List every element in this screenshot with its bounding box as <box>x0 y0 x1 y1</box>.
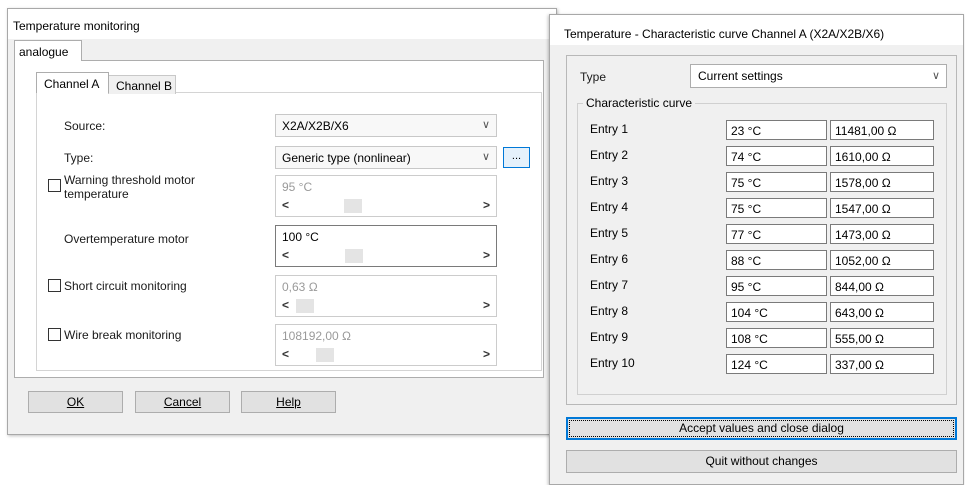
help-button-label: Help <box>276 395 301 409</box>
tab-channel-b[interactable]: Channel B <box>108 75 176 94</box>
short-circuit-checkbox[interactable] <box>48 279 61 292</box>
entry-resistance-field[interactable]: 337,00 Ω <box>830 354 934 374</box>
warning-scrollbar[interactable]: < > <box>280 198 492 214</box>
entry-label: Entry 9 <box>590 330 629 344</box>
entry-temperature-field[interactable]: 95 °C <box>726 276 827 296</box>
source-label: Source: <box>64 119 106 133</box>
entry-temperature-field[interactable]: 104 °C <box>726 302 827 322</box>
entry-resistance-field[interactable]: 1052,00 Ω <box>830 250 934 270</box>
entry-temperature-field[interactable]: 75 °C <box>726 172 827 192</box>
overtemp-label: Overtemperature motor <box>64 232 189 246</box>
scroll-left-icon[interactable]: < <box>282 248 289 262</box>
tab-analogue[interactable]: analogue <box>14 40 82 61</box>
group-title: Characteristic curve <box>583 96 696 110</box>
entry-label: Entry 4 <box>590 200 629 214</box>
scroll-right-icon[interactable]: > <box>483 198 490 212</box>
entry-resistance-field[interactable]: 643,00 Ω <box>830 302 934 322</box>
type-select[interactable]: Generic type (nonlinear) ∨ <box>275 146 497 169</box>
wire-break-slider[interactable]: 108192,00 Ω < > <box>275 324 497 366</box>
warning-label-line2: temperature <box>64 187 129 201</box>
characteristic-curve-button[interactable]: ... <box>503 147 530 168</box>
source-select[interactable]: X2A/X2B/X6 ∨ <box>275 114 497 137</box>
scroll-left-icon[interactable]: < <box>282 347 289 361</box>
entry-label: Entry 10 <box>590 356 635 370</box>
entry-label: Entry 8 <box>590 304 629 318</box>
cancel-button[interactable]: Cancel <box>135 391 230 413</box>
accept-values-button[interactable]: Accept values and close dialog <box>566 417 957 440</box>
entry-resistance-field[interactable]: 11481,00 Ω <box>830 120 934 140</box>
entry-temperature-field[interactable]: 74 °C <box>726 146 827 166</box>
scroll-thumb[interactable] <box>344 199 362 213</box>
quit-without-changes-button[interactable]: Quit without changes <box>566 450 957 473</box>
short-circuit-value: 0,63 Ω <box>282 280 318 294</box>
wire-break-scrollbar[interactable]: < > <box>280 347 492 363</box>
entry-temperature-field[interactable]: 108 °C <box>726 328 827 348</box>
curve-type-label: Type <box>580 70 607 84</box>
warning-threshold-checkbox[interactable] <box>48 179 61 192</box>
overtemp-value: 100 °C <box>282 230 319 244</box>
entry-resistance-field[interactable]: 1473,00 Ω <box>830 224 934 244</box>
warning-threshold-slider[interactable]: 95 °C < > <box>275 175 497 217</box>
dialog-title: Temperature monitoring <box>8 9 556 39</box>
scroll-thumb[interactable] <box>316 348 334 362</box>
scroll-left-icon[interactable]: < <box>282 298 289 312</box>
entry-temperature-field[interactable]: 23 °C <box>726 120 827 140</box>
warning-label-line1: Warning threshold motor <box>64 173 195 187</box>
type-label: Type: <box>64 151 94 165</box>
help-button[interactable]: Help <box>241 391 336 413</box>
chevron-down-icon: ∨ <box>481 119 490 131</box>
wire-break-value: 108192,00 Ω <box>282 329 352 343</box>
short-circuit-slider[interactable]: 0,63 Ω < > <box>275 275 497 317</box>
chevron-down-icon: ∨ <box>481 151 490 163</box>
overtemp-slider[interactable]: 100 °C < > <box>275 225 497 267</box>
entry-label: Entry 7 <box>590 278 629 292</box>
ok-button[interactable]: OK <box>28 391 123 413</box>
entry-label: Entry 2 <box>590 148 629 162</box>
cancel-button-label: Cancel <box>163 395 202 409</box>
warning-threshold-value: 95 °C <box>282 180 313 194</box>
scroll-thumb[interactable] <box>296 299 314 313</box>
entry-label: Entry 3 <box>590 174 629 188</box>
entry-temperature-field[interactable]: 88 °C <box>726 250 827 270</box>
scroll-right-icon[interactable]: > <box>483 347 490 361</box>
dialog-title: Temperature - Characteristic curve Chann… <box>550 15 963 45</box>
warning-threshold-label: Warning threshold motor temperature <box>64 173 195 201</box>
type-value: Generic type (nonlinear) <box>282 151 411 165</box>
entry-resistance-field[interactable]: 1578,00 Ω <box>830 172 934 192</box>
curve-type-value: Current settings <box>698 69 783 83</box>
entry-label: Entry 5 <box>590 226 629 240</box>
wire-break-checkbox[interactable] <box>48 328 61 341</box>
entry-resistance-field[interactable]: 555,00 Ω <box>830 328 934 348</box>
entry-temperature-field[interactable]: 124 °C <box>726 354 827 374</box>
entry-label: Entry 1 <box>590 122 629 136</box>
tab-channel-a[interactable]: Channel A <box>36 72 109 93</box>
short-circuit-scrollbar[interactable]: < > <box>280 298 492 314</box>
scroll-left-icon[interactable]: < <box>282 198 289 212</box>
source-value: X2A/X2B/X6 <box>282 119 349 133</box>
scroll-right-icon[interactable]: > <box>483 298 490 312</box>
scroll-right-icon[interactable]: > <box>483 248 490 262</box>
entry-label: Entry 6 <box>590 252 629 266</box>
scroll-thumb[interactable] <box>345 249 363 263</box>
wire-break-label: Wire break monitoring <box>64 328 182 342</box>
entry-temperature-field[interactable]: 75 °C <box>726 198 827 218</box>
entry-resistance-field[interactable]: 1610,00 Ω <box>830 146 934 166</box>
overtemp-scrollbar[interactable]: < > <box>280 248 492 264</box>
curve-type-select[interactable]: Current settings ∨ <box>690 64 947 88</box>
ok-button-label: OK <box>66 395 85 409</box>
entry-resistance-field[interactable]: 1547,00 Ω <box>830 198 934 218</box>
entry-temperature-field[interactable]: 77 °C <box>726 224 827 244</box>
entry-resistance-field[interactable]: 844,00 Ω <box>830 276 934 296</box>
chevron-down-icon: ∨ <box>931 70 940 82</box>
short-circuit-label: Short circuit monitoring <box>64 279 187 293</box>
